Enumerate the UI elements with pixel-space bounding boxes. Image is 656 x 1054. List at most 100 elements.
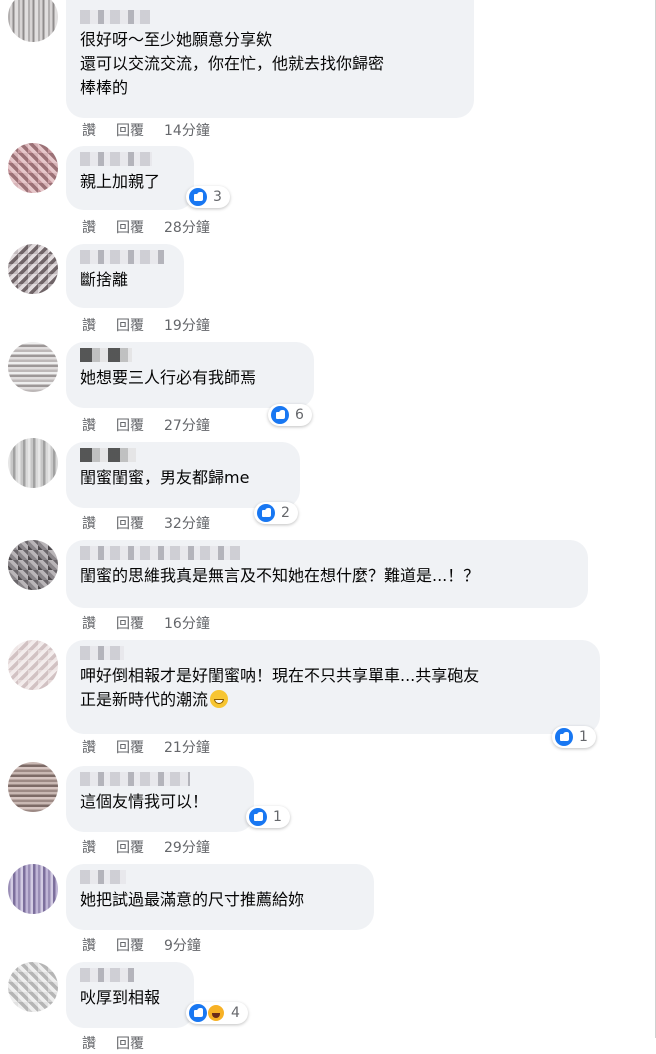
timestamp[interactable]: 9分鐘	[164, 938, 201, 954]
comment-bubble: 吙厚到相報	[66, 962, 194, 1028]
reply-action[interactable]: 回覆	[116, 1036, 144, 1052]
grinning-emoji-icon	[210, 690, 229, 708]
comment-actions: 讚 回覆 29分鐘	[82, 838, 230, 858]
like-icon	[257, 504, 275, 522]
reply-action[interactable]: 回覆	[116, 123, 144, 139]
author-name-redacted[interactable]	[80, 152, 152, 166]
comment-actions: 讚 回覆 21分鐘	[82, 738, 230, 758]
comment-bubble: 閨蜜的思維我真是無言及不知她在想什麼？難道是...！？	[66, 540, 588, 608]
comment-text: 吙厚到相報	[80, 988, 161, 1007]
reply-action[interactable]: 回覆	[116, 740, 144, 756]
avatar[interactable]	[8, 143, 58, 193]
comment-text-content: 呷好倒相報才是好閨蜜呐！現在不只共享單車...共享砲友 正是新時代的潮流	[80, 666, 480, 709]
comment-bubble: 她想要三人行必有我師焉	[66, 342, 314, 408]
reply-action[interactable]: 回覆	[116, 840, 144, 856]
comment-text: 她把試過最滿意的尺寸推薦給妳	[80, 890, 305, 909]
comment-bubble: 呷好倒相報才是好閨蜜呐！現在不只共享單車...共享砲友 正是新時代的潮流	[66, 640, 600, 734]
avatar[interactable]	[8, 962, 58, 1012]
comment-actions: 讚 回覆	[82, 1034, 164, 1054]
reaction-count: 3	[213, 189, 222, 205]
like-icon	[189, 1004, 207, 1022]
avatar[interactable]	[8, 0, 58, 42]
reply-action[interactable]: 回覆	[116, 318, 144, 334]
comment-bubble: 她把試過最滿意的尺寸推薦給妳	[66, 864, 374, 930]
like-action[interactable]: 讚	[82, 418, 96, 434]
comment-actions: 讚 回覆 14分鐘	[82, 121, 230, 141]
reaction-count: 1	[273, 809, 282, 825]
like-action[interactable]: 讚	[82, 740, 96, 756]
comment-actions: 讚 回覆 27分鐘	[82, 416, 230, 436]
comment-text: 她想要三人行必有我師焉	[80, 368, 257, 387]
comment-actions: 讚 回覆 9分鐘	[82, 936, 221, 956]
reply-action[interactable]: 回覆	[116, 938, 144, 954]
reaction-summary[interactable]: 1	[552, 726, 596, 748]
avatar[interactable]	[8, 540, 58, 590]
comment-actions: 讚 回覆 19分鐘	[82, 316, 230, 336]
timestamp[interactable]: 27分鐘	[164, 418, 210, 434]
like-action[interactable]: 讚	[82, 938, 96, 954]
timestamp[interactable]: 28分鐘	[164, 220, 210, 236]
like-action[interactable]: 讚	[82, 220, 96, 236]
timestamp[interactable]: 29分鐘	[164, 840, 210, 856]
haha-icon	[207, 1004, 225, 1022]
comment-text: 很好呀～至少她願意分享欸 還可以交流交流，你在忙，他就去找你歸密 棒棒的	[80, 30, 385, 97]
comment-text: 呷好倒相報才是好閨蜜呐！現在不只共享單車...共享砲友 正是新時代的潮流	[80, 664, 586, 712]
author-name-redacted[interactable]	[80, 772, 190, 786]
avatar[interactable]	[8, 864, 58, 914]
like-icon	[555, 728, 573, 746]
comment-bubble: 這個友情我可以！	[66, 766, 254, 832]
timestamp[interactable]: 14分鐘	[164, 123, 210, 139]
reaction-summary[interactable]: 2	[254, 502, 298, 524]
like-action[interactable]: 讚	[82, 516, 96, 532]
author-name-redacted[interactable]	[80, 546, 240, 560]
comment-bubble: 很好呀～至少她願意分享欸 還可以交流交流，你在忙，他就去找你歸密 棒棒的	[66, 0, 474, 118]
reaction-count: 1	[579, 729, 588, 745]
reaction-summary[interactable]: 6	[268, 404, 312, 426]
reaction-summary[interactable]: 4	[186, 1002, 248, 1024]
avatar[interactable]	[8, 640, 58, 690]
comment-text: 這個友情我可以！	[80, 792, 209, 811]
comment-text: 親上加親了	[80, 172, 161, 191]
reply-action[interactable]: 回覆	[116, 220, 144, 236]
reply-action[interactable]: 回覆	[116, 418, 144, 434]
author-name-redacted[interactable]	[80, 968, 134, 982]
avatar[interactable]	[8, 244, 58, 294]
like-icon	[189, 188, 207, 206]
reaction-summary[interactable]: 3	[186, 186, 230, 208]
comment-text: 閨蜜閨蜜，男友都歸me	[80, 468, 250, 487]
like-icon	[271, 406, 289, 424]
like-icon	[249, 808, 267, 826]
comment-actions: 讚 回覆 32分鐘	[82, 514, 230, 534]
like-action[interactable]: 讚	[82, 318, 96, 334]
author-name-redacted[interactable]	[80, 448, 136, 462]
like-action[interactable]: 讚	[82, 616, 96, 632]
reply-action[interactable]: 回覆	[116, 516, 144, 532]
avatar[interactable]	[8, 438, 58, 488]
reaction-summary[interactable]: 1	[246, 806, 290, 828]
author-name-redacted[interactable]	[80, 348, 132, 362]
like-action[interactable]: 讚	[82, 123, 96, 139]
comment-actions: 讚 回覆 16分鐘	[82, 614, 230, 634]
author-name-redacted[interactable]	[80, 870, 126, 884]
avatar[interactable]	[8, 342, 58, 392]
author-name-redacted[interactable]	[80, 250, 164, 264]
reaction-count: 4	[231, 1005, 240, 1021]
like-action[interactable]: 讚	[82, 1036, 96, 1052]
timestamp[interactable]: 19分鐘	[164, 318, 210, 334]
timestamp[interactable]: 21分鐘	[164, 740, 210, 756]
comment-bubble: 斷捨離	[66, 244, 184, 308]
comment-actions: 讚 回覆 28分鐘	[82, 218, 230, 238]
author-name-redacted[interactable]	[80, 10, 150, 24]
author-name-redacted[interactable]	[80, 646, 124, 660]
reply-action[interactable]: 回覆	[116, 616, 144, 632]
comment-bubble: 閨蜜閨蜜，男友都歸me	[66, 442, 300, 508]
comment-bubble: 親上加親了	[66, 146, 194, 210]
like-action[interactable]: 讚	[82, 840, 96, 856]
reaction-count: 6	[295, 407, 304, 423]
reaction-count: 2	[281, 505, 290, 521]
timestamp[interactable]: 16分鐘	[164, 616, 210, 632]
avatar[interactable]	[8, 762, 58, 812]
comment-text: 閨蜜的思維我真是無言及不知她在想什麼？難道是...！？	[80, 566, 480, 585]
comment-text: 斷捨離	[80, 270, 129, 289]
timestamp[interactable]: 32分鐘	[164, 516, 210, 532]
